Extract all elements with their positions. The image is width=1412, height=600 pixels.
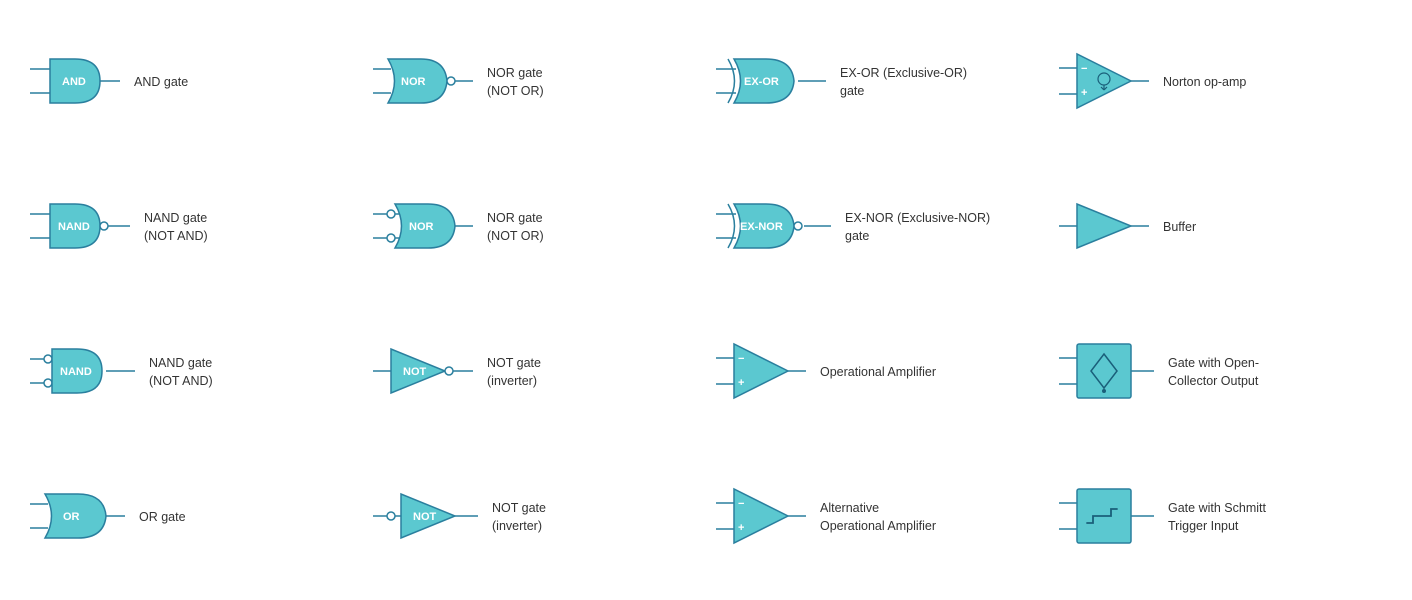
not-gate-1-label: NOT gate(inverter) [487,355,567,390]
svg-text:+: + [738,522,744,534]
schmitt-symbol [1059,481,1154,554]
exor-gate-label: EX-OR (Exclusive-OR)gate [840,65,967,100]
not-gate-2-symbol: NOT [373,486,478,549]
and-gate-symbol: AND [30,51,120,114]
open-collector-symbol [1059,336,1154,409]
nor-gate-1-label: NOR gate(NOT OR) [487,65,567,100]
nand-gate-2-label: NAND gate(NOT AND) [149,355,229,390]
svg-text:NAND: NAND [60,366,92,378]
exnor-gate-symbol: EX-NOR [716,196,831,259]
schmitt-label: Gate with SchmittTrigger Input [1168,500,1266,535]
cell-alt-opamp: − + AlternativeOperational Amplifier [706,445,1049,590]
cell-nand-gate-2: NAND NAND gate(NOT AND) [20,300,363,445]
cell-nand-gate-1: NAND NAND gate(NOT AND) [20,155,363,300]
cell-opamp: − + Operational Amplifier [706,300,1049,445]
svg-text:NOR: NOR [401,76,426,88]
or-gate-symbol: OR [30,486,125,549]
svg-text:NOR: NOR [409,221,434,233]
and-gate-label: AND gate [134,74,214,92]
svg-text:NOT: NOT [413,511,437,523]
svg-text:AND: AND [62,76,86,88]
svg-text:+: + [1081,87,1087,99]
exnor-gate-label: EX-NOR (Exclusive-NOR)gate [845,210,990,245]
nor-gate-1-symbol: NOR [373,51,473,114]
open-collector-label: Gate with Open-Collector Output [1168,355,1259,390]
nand-gate-1-label: NAND gate(NOT AND) [144,210,224,245]
buffer-label: Buffer [1163,219,1243,237]
cell-open-collector: Gate with Open-Collector Output [1049,300,1392,445]
norton-opamp-symbol: − + [1059,46,1149,119]
nor-gate-2-symbol: NOR [373,196,473,259]
buffer-symbol [1059,196,1149,259]
cell-and-gate: AND AND gate [20,10,363,155]
nor-gate-2-label: NOR gate(NOT OR) [487,210,567,245]
exor-gate-symbol: EX-OR [716,51,826,114]
cell-or-gate: OR OR gate [20,445,363,590]
cell-exor-gate: EX-OR EX-OR (Exclusive-OR)gate [706,10,1049,155]
svg-text:−: − [738,353,744,365]
cell-nor-gate-2: NOR NOR gate(NOT OR) [363,155,706,300]
cell-norton-opamp: − + Norton op-amp [1049,10,1392,155]
or-gate-label: OR gate [139,509,219,527]
nand-gate-2-symbol: NAND [30,341,135,404]
svg-text:EX-NOR: EX-NOR [740,221,783,233]
opamp-symbol: − + [716,336,806,409]
not-gate-1-symbol: NOT [373,341,473,404]
nand-gate-1-symbol: NAND [30,196,130,259]
cell-nor-gate-1: NOR NOR gate(NOT OR) [363,10,706,155]
alt-opamp-label: AlternativeOperational Amplifier [820,500,936,535]
svg-text:NOT: NOT [403,366,427,378]
cell-exnor-gate: EX-NOR EX-NOR (Exclusive-NOR)gate [706,155,1049,300]
svg-text:NAND: NAND [58,221,90,233]
main-grid: AND AND gate NOR NOR gate(NOT OR) [0,0,1412,600]
alt-opamp-symbol: − + [716,481,806,554]
cell-schmitt: Gate with SchmittTrigger Input [1049,445,1392,590]
cell-not-gate-2: NOT NOT gate(inverter) [363,445,706,590]
svg-text:−: − [738,498,744,510]
opamp-label: Operational Amplifier [820,364,936,382]
svg-text:−: − [1081,63,1087,75]
not-gate-2-label: NOT gate(inverter) [492,500,572,535]
svg-text:+: + [738,377,744,389]
svg-text:OR: OR [63,511,80,523]
cell-not-gate-1: NOT NOT gate(inverter) [363,300,706,445]
cell-buffer: Buffer [1049,155,1392,300]
svg-text:EX-OR: EX-OR [744,76,779,88]
norton-opamp-label: Norton op-amp [1163,74,1246,92]
